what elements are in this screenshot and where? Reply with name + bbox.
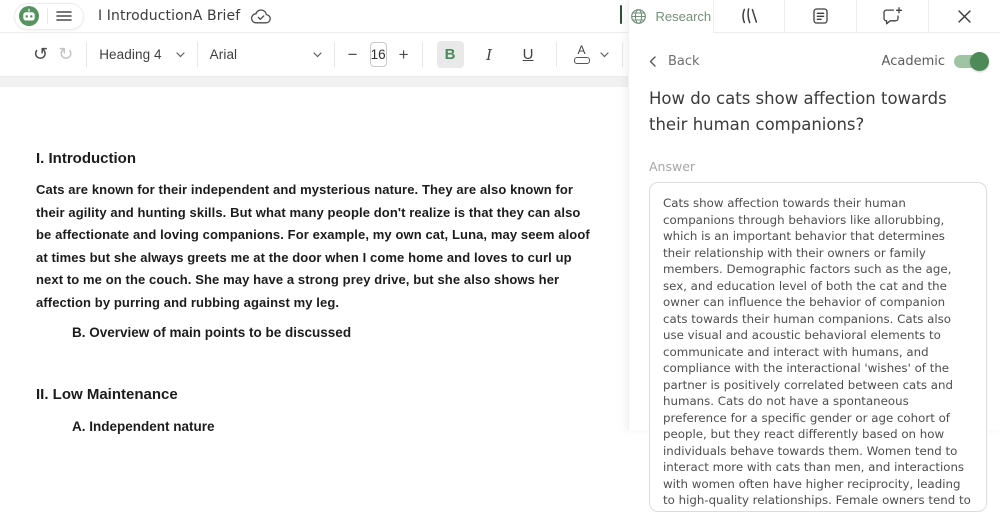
text-color-button[interactable]: A <box>570 45 609 64</box>
doc-paragraph: Cats are known for their independent and… <box>36 179 592 314</box>
editor-topbar: I IntroductionA Brief <box>0 0 628 33</box>
undo-button[interactable]: ↺ <box>33 46 48 64</box>
italic-button[interactable]: I <box>476 41 503 68</box>
text-color-letter: A <box>578 45 586 56</box>
doc-subpoint-overview: B. Overview of main points to be discuss… <box>72 325 628 340</box>
pill-divider <box>47 8 48 24</box>
tab-research[interactable]: Research <box>629 0 713 33</box>
tab-notes[interactable] <box>784 0 856 33</box>
toolbar-divider <box>556 42 557 67</box>
toolbar-divider <box>334 42 335 67</box>
panel-header-row: Back Academic <box>649 54 987 69</box>
document-title[interactable]: I IntroductionA Brief <box>98 8 240 24</box>
hamburger-icon <box>56 10 72 22</box>
undo-icon: ↺ <box>33 46 48 64</box>
tab-library[interactable] <box>713 0 785 33</box>
answer-label: Answer <box>649 159 987 174</box>
tab-comments[interactable] <box>856 0 928 33</box>
menu-button[interactable] <box>56 10 72 22</box>
text-cursor <box>620 5 622 24</box>
text-color-swatch <box>574 57 590 64</box>
chevron-down-icon <box>176 52 185 58</box>
doc-subpoint-independent: A. Independent nature <box>72 419 628 434</box>
app-logo-button[interactable] <box>19 6 39 26</box>
tab-research-label: Research <box>655 9 711 24</box>
plus-icon: + <box>399 45 409 65</box>
sync-status <box>250 8 272 25</box>
globe-icon <box>630 8 647 25</box>
home-menu-pill <box>14 3 84 30</box>
chevron-down-icon <box>313 52 322 58</box>
robot-logo-icon <box>19 6 39 26</box>
cloud-check-icon <box>250 8 272 25</box>
research-panel: Research <box>628 0 1000 430</box>
bold-button[interactable]: B <box>437 41 464 68</box>
academic-mode-label: Academic <box>882 54 945 69</box>
formatting-toolbar: ↺ ↻ Heading 4 Arial − 16 + B I U <box>0 33 628 77</box>
toolbar-divider <box>422 42 423 67</box>
research-panel-body: Back Academic How do cats show affection… <box>629 54 1000 512</box>
panel-tabs: Research <box>629 0 1000 33</box>
editor-region: I IntroductionA Brief ↺ ↻ Heading 4 Aria… <box>0 0 628 430</box>
app-window: I IntroductionA Brief ↺ ↻ Heading 4 Aria… <box>0 0 1000 430</box>
academic-mode-control: Academic <box>882 54 987 69</box>
books-icon <box>739 7 759 25</box>
font-family-dropdown[interactable]: Arial <box>210 47 322 62</box>
underline-button[interactable]: U <box>515 41 542 68</box>
doc-heading-low-maintenance: II. Low Maintenance <box>36 386 628 403</box>
increase-font-size-button[interactable]: + <box>399 45 409 65</box>
notepad-icon <box>812 7 829 25</box>
toolbar-divider <box>622 42 623 67</box>
toolbar-divider <box>197 42 198 67</box>
back-button[interactable]: Back <box>649 54 700 69</box>
paragraph-style-dropdown[interactable]: Heading 4 <box>99 47 184 62</box>
answer-textarea[interactable]: Cats show affection towards their human … <box>649 182 987 512</box>
decrease-font-size-button[interactable]: − <box>348 45 358 65</box>
close-icon <box>957 9 972 24</box>
academic-toggle[interactable] <box>954 55 987 68</box>
toolbar-divider <box>86 42 87 67</box>
minus-icon: − <box>348 45 358 65</box>
redo-button[interactable]: ↻ <box>58 46 73 64</box>
back-label: Back <box>668 54 700 69</box>
page-gap <box>0 77 628 87</box>
paragraph-style-value: Heading 4 <box>99 47 161 62</box>
font-size-input[interactable]: 16 <box>370 42 387 67</box>
toggle-knob <box>970 52 989 71</box>
document-canvas[interactable]: I. Introduction Cats are known for their… <box>0 87 628 430</box>
tab-close[interactable] <box>928 0 1000 33</box>
chevron-left-icon <box>649 56 656 67</box>
font-family-value: Arial <box>210 47 238 62</box>
research-question: How do cats show affection towards their… <box>649 86 979 138</box>
text-color-icon: A <box>574 45 590 64</box>
chevron-down-icon <box>600 52 609 58</box>
doc-heading-introduction: I. Introduction <box>36 150 628 167</box>
redo-icon: ↻ <box>58 46 73 64</box>
comment-plus-icon <box>882 7 903 25</box>
